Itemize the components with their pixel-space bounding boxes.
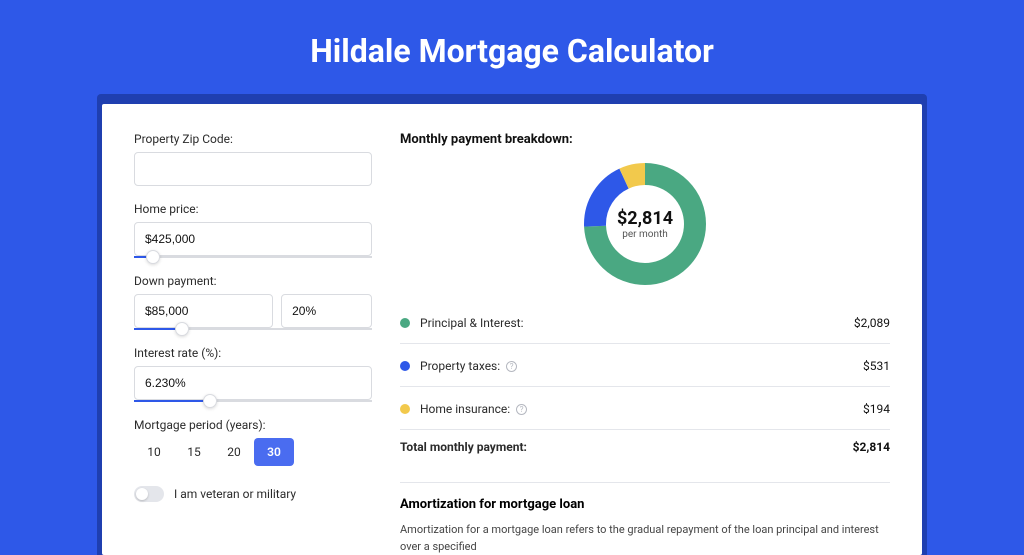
slider-thumb[interactable] [146,250,160,264]
field-interest-rate: Interest rate (%): [134,346,372,402]
interest-rate-label: Interest rate (%): [134,346,372,360]
li-label: Property taxes: ? [420,359,863,373]
zip-label: Property Zip Code: [134,132,372,146]
home-price-input[interactable] [134,222,372,256]
li-label: Principal & Interest: [420,316,854,330]
zip-input[interactable] [134,152,372,186]
period-tabs: 10 15 20 30 [134,438,372,466]
info-icon[interactable]: ? [506,361,517,372]
dot-icon [400,404,410,414]
field-down-payment: Down payment: [134,274,372,330]
field-home-price: Home price: [134,202,372,258]
divider [400,343,890,344]
interest-rate-slider[interactable] [134,400,372,402]
home-price-label: Home price: [134,202,372,216]
donut-chart: $2,814 per month [580,159,710,289]
line-item-principal: Principal & Interest: $2,089 [400,307,890,339]
calculator-card: Property Zip Code: Home price: Down paym… [102,104,922,555]
down-payment-label: Down payment: [134,274,372,288]
down-payment-pct-input[interactable] [281,294,372,328]
donut-sub: per month [622,229,668,240]
period-tab-20[interactable]: 20 [214,438,254,466]
interest-rate-input[interactable] [134,366,372,400]
li-label: Home insurance: ? [420,402,863,416]
period-tab-10[interactable]: 10 [134,438,174,466]
info-icon[interactable]: ? [516,404,527,415]
period-tab-15[interactable]: 15 [174,438,214,466]
line-item-taxes: Property taxes: ? $531 [400,350,890,382]
veteran-label: I am veteran or military [174,487,296,501]
total-label: Total monthly payment: [400,440,853,454]
veteran-toggle[interactable] [134,486,164,502]
divider [400,386,890,387]
field-zip: Property Zip Code: [134,132,372,186]
dot-icon [400,361,410,371]
slider-thumb[interactable] [203,394,217,408]
card-shadow: Property Zip Code: Home price: Down paym… [97,94,927,555]
breakdown-title: Monthly payment breakdown: [400,132,890,147]
donut-center: $2,814 per month [580,159,710,289]
down-payment-amount-input[interactable] [134,294,273,328]
period-label: Mortgage period (years): [134,418,372,432]
amortization-text: Amortization for a mortgage loan refers … [400,522,890,555]
breakdown-panel: Monthly payment breakdown: $2,814 per mo… [400,132,890,555]
line-item-insurance: Home insurance: ? $194 [400,393,890,425]
period-tab-30[interactable]: 30 [254,438,294,466]
donut-chart-wrap: $2,814 per month [400,159,890,289]
veteran-row: I am veteran or military [134,486,372,502]
down-payment-slider[interactable] [134,328,372,330]
dot-icon [400,318,410,328]
li-value: $194 [863,402,890,416]
li-value: $2,089 [854,316,890,330]
field-period: Mortgage period (years): 10 15 20 30 [134,418,372,466]
amortization-title: Amortization for mortgage loan [400,482,890,512]
total-row: Total monthly payment: $2,814 [400,429,890,464]
toggle-knob [136,488,148,500]
page-title: Hildale Mortgage Calculator [0,0,1024,94]
donut-amount: $2,814 [617,208,673,229]
slider-thumb[interactable] [175,322,189,336]
total-value: $2,814 [853,440,890,454]
home-price-slider[interactable] [134,256,372,258]
li-value: $531 [863,359,890,373]
input-panel: Property Zip Code: Home price: Down paym… [134,132,372,555]
